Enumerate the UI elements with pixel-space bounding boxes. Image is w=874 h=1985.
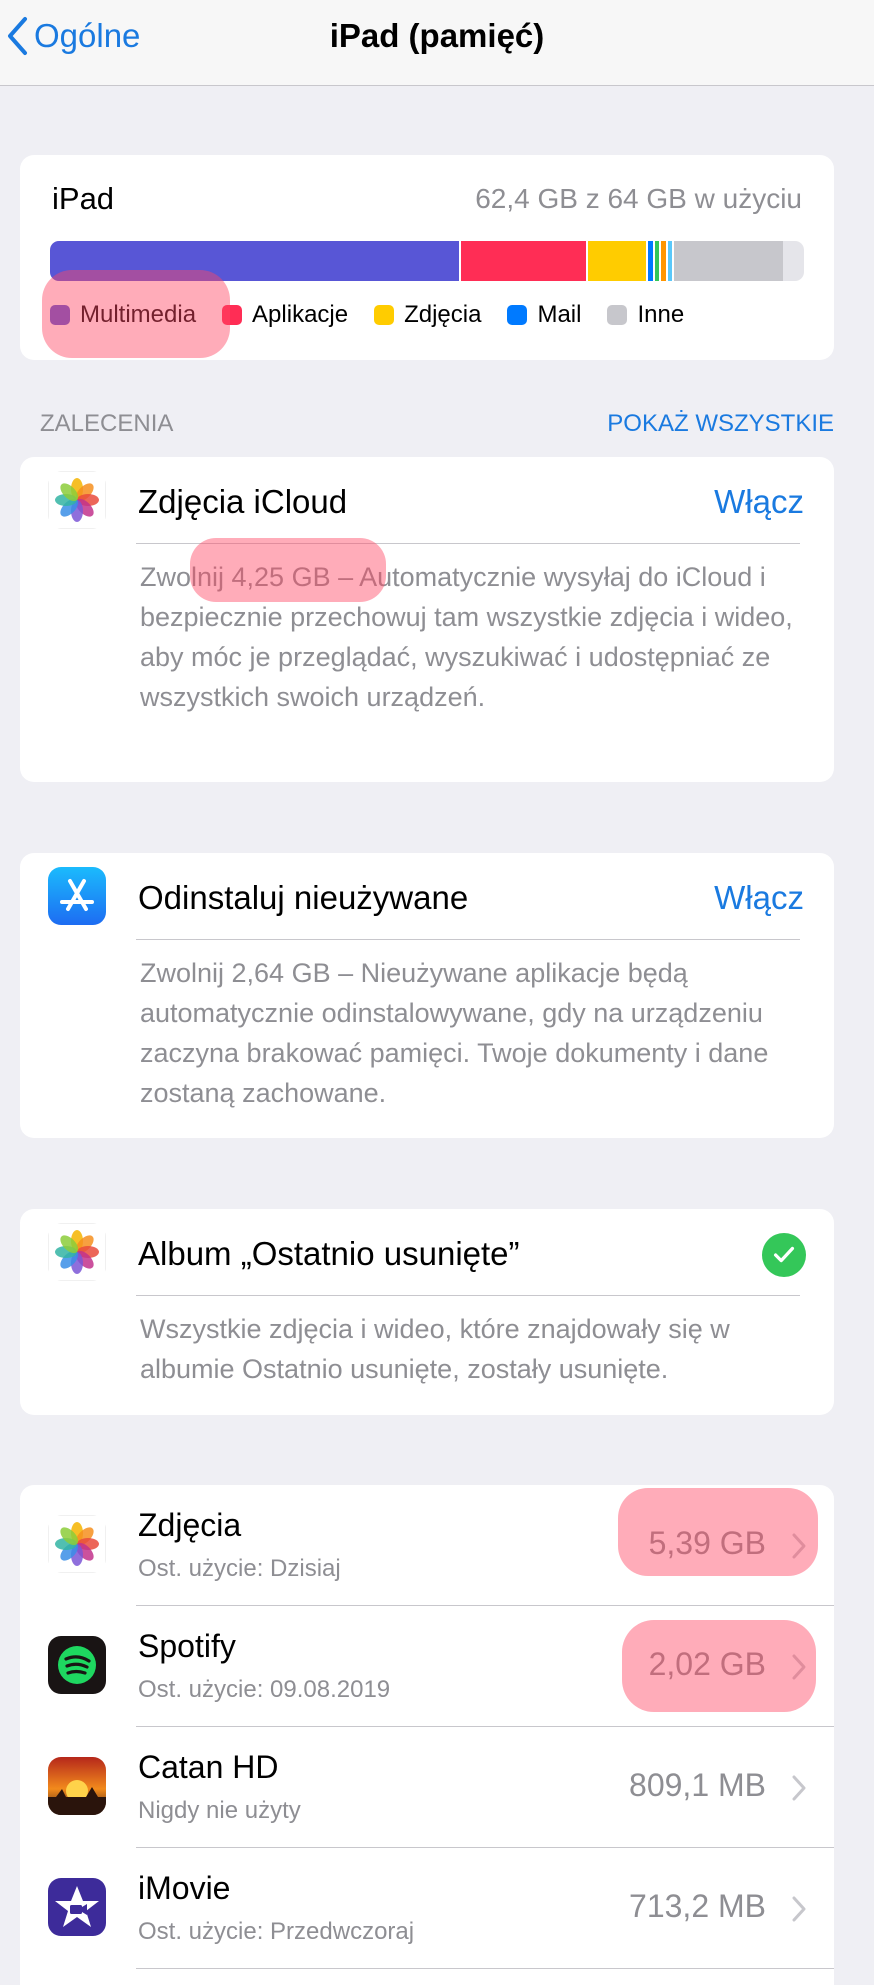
- legend-item: Inne: [607, 301, 684, 329]
- checkmark-icon: [762, 1233, 806, 1277]
- legend-item: Mail: [507, 301, 581, 329]
- legend-label: Zdjęcia: [404, 301, 482, 328]
- recommendation-description: Wszystkie zdjęcia i wideo, które znajdow…: [140, 1314, 730, 1384]
- recommendation-description: Zwolnij 2,64 GB – Nieużywane aplikacje b…: [140, 958, 769, 1108]
- highlight-marker: [190, 538, 386, 602]
- app-row-imovie[interactable]: iMovie Ost. użycie: Przedwczoraj 713,2 M…: [20, 1848, 834, 1968]
- recommendation-title: Odinstaluj nieużywane: [138, 879, 469, 916]
- photos-icon: [48, 1223, 106, 1281]
- legend-color-swatch: [507, 305, 528, 325]
- app-name: Zdjęcia: [138, 1507, 242, 1543]
- recommendation-recently-deleted: Album „Ostatnio usunięte” Wszystkie zdję…: [20, 1209, 834, 1415]
- chevron-right-icon: [792, 1775, 806, 1801]
- divider: [136, 1295, 800, 1296]
- app-size: 713,2 MB: [629, 1888, 766, 1924]
- catan-icon: [48, 1757, 106, 1815]
- legend-color-swatch: [607, 305, 628, 325]
- app-last-used: Ost. użycie: 09.08.2019: [138, 1676, 391, 1703]
- storage-segment: [673, 241, 783, 281]
- app-name: Catan HD: [138, 1749, 279, 1785]
- enable-button[interactable]: Włącz: [714, 879, 804, 917]
- photos-icon: [48, 1515, 106, 1573]
- app-last-used: Nigdy nie użyty: [138, 1797, 301, 1824]
- highlight-marker: [618, 1488, 818, 1576]
- page-title: iPad (pamięć): [329, 17, 545, 54]
- highlight-marker: [622, 1620, 816, 1712]
- app-last-used: Ost. użycie: Przedwczoraj: [138, 1918, 415, 1945]
- photos-icon: [48, 471, 106, 529]
- recommendation-icloud-photos: Zdjęcia iCloud Włącz Zwolnij 4,25 GB – A…: [20, 457, 834, 782]
- storage-segment: [647, 241, 656, 281]
- divider: [136, 939, 800, 940]
- app-last-used: Ost. użycie: Dzisiaj: [138, 1555, 341, 1582]
- chevron-right-icon: [792, 1896, 806, 1922]
- highlight-marker: [42, 270, 230, 358]
- app-name: Spotify: [138, 1628, 236, 1664]
- legend-color-swatch: [374, 305, 395, 325]
- device-name: iPad: [52, 181, 115, 216]
- spotify-icon: [48, 1636, 106, 1694]
- storage-used-text: 62,4 GB z 64 GB w użyciu: [475, 183, 802, 214]
- legend-label: Mail: [537, 301, 582, 328]
- recommendation-title: Album „Ostatnio usunięte”: [138, 1235, 520, 1272]
- app-name: iMovie: [138, 1870, 231, 1906]
- imovie-icon: [48, 1878, 106, 1936]
- app-store-icon: [48, 867, 106, 925]
- app-row-catan[interactable]: Catan HD Nigdy nie użyty 809,1 MB: [20, 1727, 834, 1847]
- recommendation-title: Zdjęcia iCloud: [138, 483, 348, 520]
- legend-item: Zdjęcia: [374, 301, 481, 329]
- app-size: 809,1 MB: [629, 1767, 766, 1803]
- storage-segment: [460, 241, 588, 281]
- recommendations-header: ZALECENIA POKAŻ WSZYSTKIE: [40, 410, 834, 438]
- recommendations-label: ZALECENIA: [40, 410, 174, 437]
- storage-segment: [587, 241, 648, 281]
- show-all-button[interactable]: POKAŻ WSZYSTKIE: [607, 410, 834, 438]
- recommendation-offload-unused: Odinstaluj nieużywane Włącz Zwolnij 2,64…: [20, 853, 834, 1138]
- enable-button[interactable]: Włącz: [714, 483, 804, 521]
- legend-label: Inne: [637, 301, 685, 328]
- divider: [136, 1968, 834, 1969]
- navigation-bar: Ogólne iPad (pamięć): [0, 0, 874, 86]
- legend-item: Aplikacje: [222, 301, 348, 329]
- legend-label: Aplikacje: [252, 301, 349, 328]
